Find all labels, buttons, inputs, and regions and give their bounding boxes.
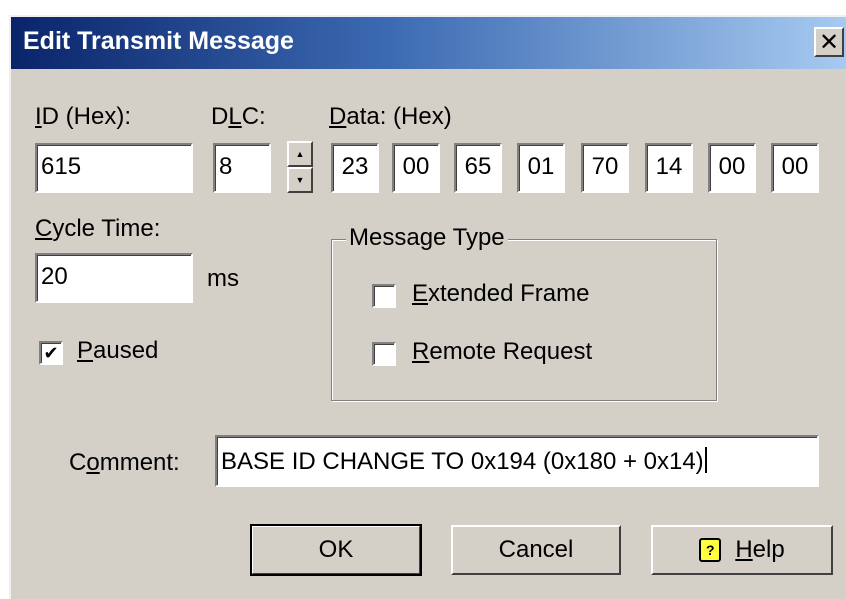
help-icon: ?	[699, 538, 722, 562]
data-byte-5-input[interactable]: 14	[645, 143, 693, 193]
comment-label: Comment:	[69, 449, 180, 476]
cycle-time-input[interactable]: 20	[35, 253, 193, 303]
dlc-input[interactable]: 8	[213, 143, 271, 193]
cycle-time-unit: ms	[207, 265, 239, 292]
text-caret	[704, 447, 707, 473]
cancel-button[interactable]: Cancel	[451, 525, 621, 575]
data-byte-4-input[interactable]: 70	[581, 143, 629, 193]
data-byte-2-input[interactable]: 65	[454, 143, 502, 193]
ok-button-label: OK	[318, 536, 354, 563]
title-bar[interactable]: Edit Transmit Message ✕	[11, 17, 846, 69]
window-title: Edit Transmit Message	[23, 27, 294, 55]
message-type-group: Message Type Extended Frame Remote Reque…	[331, 224, 717, 401]
help-button-label: Help	[735, 536, 785, 563]
dlc-label: DLC:	[211, 103, 266, 130]
dlc-spin-down-button[interactable]: ▼	[287, 167, 313, 193]
edit-transmit-message-dialog: Edit Transmit Message ✕ ID (Hex): 615 DL…	[9, 15, 846, 599]
message-type-legend: Message Type	[346, 224, 508, 252]
close-button[interactable]: ✕	[814, 27, 844, 57]
cancel-button-label: Cancel	[498, 536, 574, 563]
data-hex-label: Data: (Hex)	[329, 103, 452, 130]
extended-frame-label[interactable]: Extended Frame	[412, 280, 589, 308]
arrow-down-icon: ▼	[295, 175, 305, 185]
remote-request-label[interactable]: Remote Request	[412, 338, 592, 366]
cycle-time-label: Cycle Time:	[35, 215, 161, 242]
ok-button[interactable]: OK	[250, 524, 422, 576]
id-hex-label: ID (Hex):	[35, 103, 132, 130]
id-hex-input[interactable]: 615	[35, 143, 193, 193]
close-icon: ✕	[818, 28, 840, 56]
data-byte-7-input[interactable]: 00	[771, 143, 819, 193]
data-byte-3-input[interactable]: 01	[517, 143, 565, 193]
data-byte-0-input[interactable]: 23	[331, 143, 379, 193]
data-byte-1-input[interactable]: 00	[392, 143, 440, 193]
arrow-up-icon: ▲	[295, 149, 305, 159]
paused-label[interactable]: Paused	[77, 337, 158, 365]
paused-checkbox[interactable]: ✔	[39, 341, 63, 365]
dlc-spinner: ▲ ▼	[287, 141, 313, 193]
checkmark-icon: ✔	[43, 343, 59, 363]
data-byte-6-input[interactable]: 00	[708, 143, 756, 193]
comment-text: BASE ID CHANGE TO 0x194 (0x180 + 0x14)	[221, 448, 704, 475]
remote-request-checkbox[interactable]	[372, 342, 396, 366]
extended-frame-checkbox[interactable]	[372, 284, 396, 308]
dlc-spin-up-button[interactable]: ▲	[287, 141, 313, 167]
comment-input[interactable]: BASE ID CHANGE TO 0x194 (0x180 + 0x14)	[215, 435, 819, 487]
help-button[interactable]: ? Help	[651, 525, 833, 575]
